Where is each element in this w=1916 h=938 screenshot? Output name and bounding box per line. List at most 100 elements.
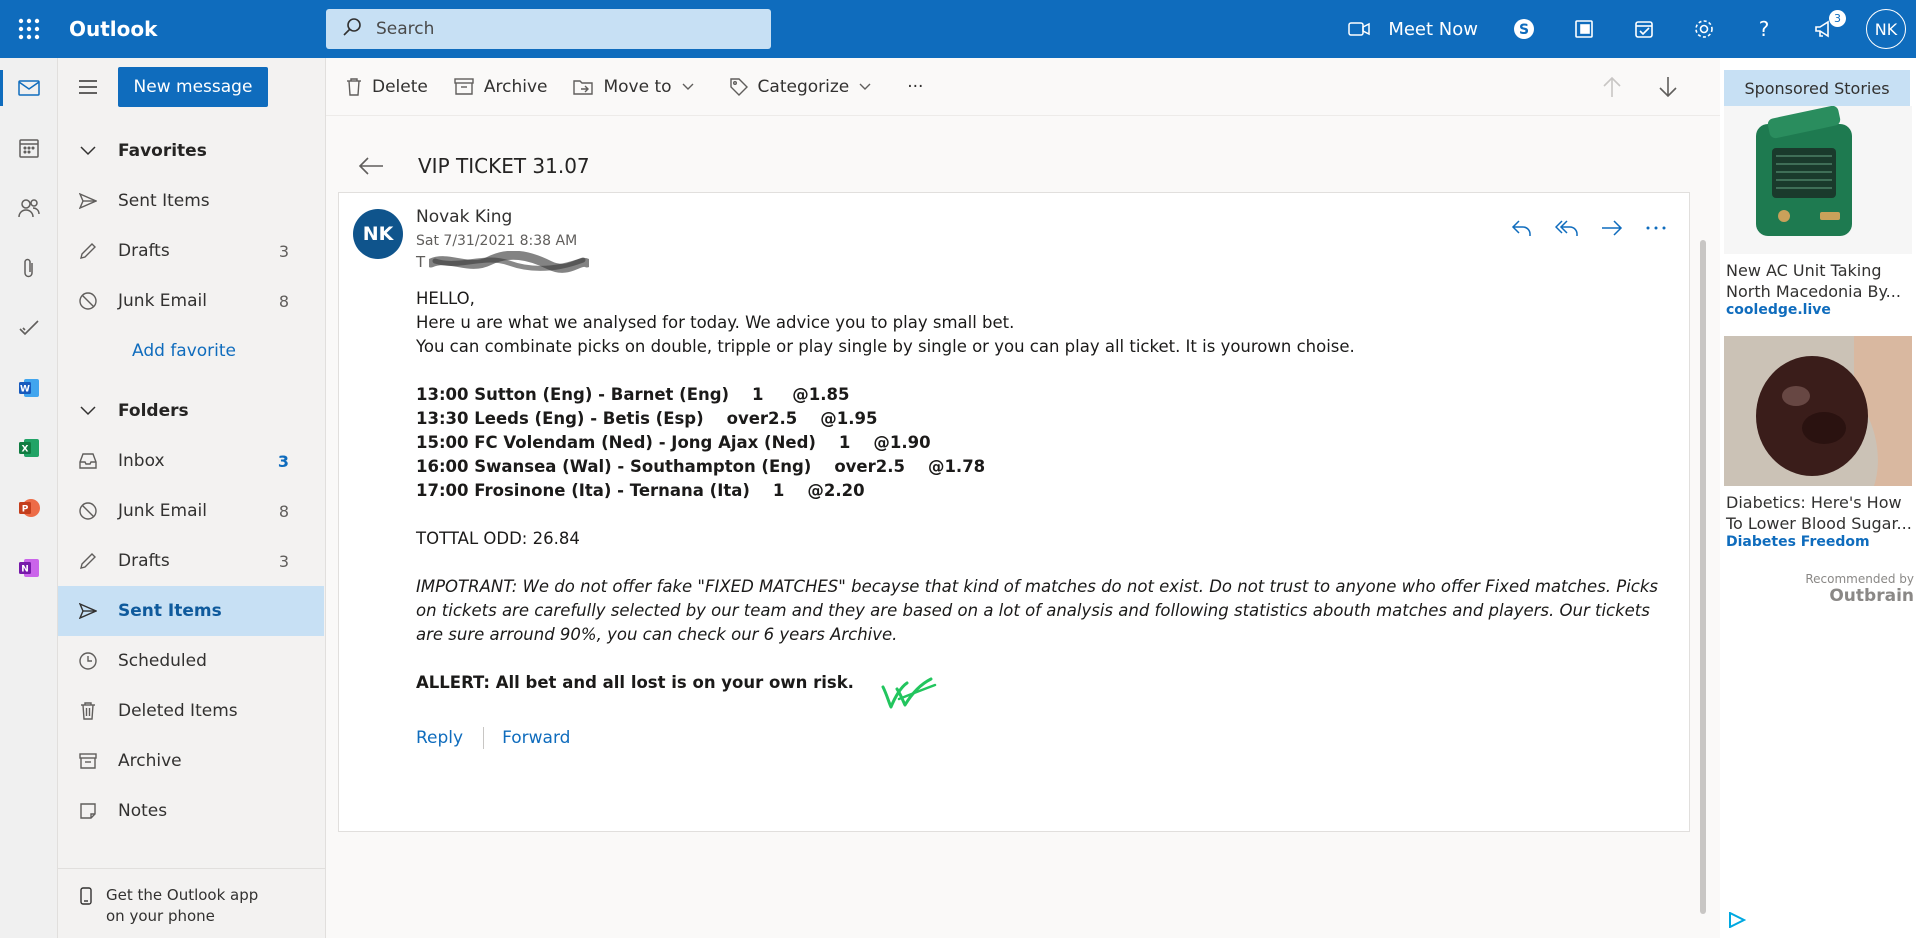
folder-notes[interactable]: Notes <box>58 786 325 836</box>
categorize-button[interactable]: Categorize <box>729 76 882 97</box>
folder-label: Inbox <box>118 451 165 471</box>
todo-icon[interactable] <box>0 298 58 358</box>
favorite-junk-email[interactable]: Junk Email 8 <box>58 276 325 326</box>
settings-icon[interactable] <box>1674 0 1734 58</box>
message-subject: VIP TICKET 31.07 <box>418 154 590 178</box>
folder-drafts[interactable]: Drafts 3 <box>58 536 325 586</box>
favorite-sent-items[interactable]: Sent Items <box>58 176 325 226</box>
more-options-icon[interactable] <box>1645 219 1667 237</box>
move-to-label: Move to <box>603 76 672 97</box>
folder-scheduled[interactable]: Scheduled <box>58 636 325 686</box>
skype-icon[interactable]: S <box>1494 0 1554 58</box>
calendar-icon[interactable] <box>0 118 58 178</box>
chevron-down-icon <box>58 406 118 416</box>
ad-pane: Sponsored Stories New AC Unit Taking Nor… <box>1720 58 1916 938</box>
people-icon[interactable] <box>0 178 58 238</box>
folder-label: Deleted Items <box>118 701 238 721</box>
message-card: NK Novak King Sat 7/31/2021 8:38 AM T HE… <box>338 192 1690 832</box>
adchoices-icon[interactable] <box>1728 912 1746 928</box>
folder-junk-email[interactable]: Junk Email 8 <box>58 486 325 536</box>
recommended-by[interactable]: Recommended by Outbrain <box>1805 572 1914 606</box>
unread-count: 3 <box>278 241 289 261</box>
pick-line: 13:00 Sutton (Eng) - Barnet (Eng) 1 @1.8… <box>416 385 850 404</box>
office-icon[interactable] <box>1554 0 1614 58</box>
reply-icon[interactable] <box>1511 219 1533 237</box>
ad-source[interactable]: cooledge.live <box>1726 302 1916 318</box>
message-body: HELLO, Here u are what we analysed for t… <box>416 287 1666 695</box>
get-outlook-app-link[interactable]: Get the Outlook app on your phone <box>58 868 325 938</box>
svg-text:X: X <box>22 445 29 455</box>
delete-button[interactable]: Delete <box>346 77 428 97</box>
more-actions-button[interactable]: ··· <box>907 77 923 97</box>
folder-archive[interactable]: Archive <box>58 736 325 786</box>
my-day-icon[interactable] <box>1614 0 1674 58</box>
powerpoint-icon[interactable]: P <box>0 478 58 538</box>
meet-now-button[interactable]: Meet Now <box>1348 19 1478 40</box>
alert-line: ALLERT: All bet and all lost is on your … <box>416 673 854 692</box>
forward-link[interactable]: Forward <box>502 728 570 748</box>
message-actions <box>1511 219 1667 237</box>
ad-title[interactable]: Diabetics: Here's How To Lower Blood Sug… <box>1726 492 1912 534</box>
ad-image-fruit[interactable] <box>1724 336 1912 486</box>
folder-deleted-items[interactable]: Deleted Items <box>58 686 325 736</box>
redacted-recipient <box>429 251 589 273</box>
arrow-up-icon[interactable] <box>1602 76 1622 98</box>
folders-label: Folders <box>118 401 189 421</box>
app-title[interactable]: Outlook <box>58 17 326 41</box>
favorites-header[interactable]: Favorites <box>58 126 325 176</box>
phone-icon <box>80 887 92 905</box>
user-avatar[interactable]: NK <box>1866 9 1906 49</box>
archive-label: Archive <box>483 76 548 97</box>
disclaimer: IMPOTRANT: We do not offer fake "FIXED M… <box>416 577 1658 644</box>
scrollbar-thumb[interactable] <box>1700 240 1706 914</box>
sender-avatar[interactable]: NK <box>353 209 403 259</box>
archive-button[interactable]: Archive <box>454 76 548 97</box>
whats-new-icon[interactable]: 3 <box>1794 0 1854 58</box>
attachment-icon[interactable] <box>0 238 58 298</box>
reply-all-icon[interactable] <box>1555 219 1579 237</box>
folder-move-icon <box>573 79 594 95</box>
app-launcher-icon[interactable] <box>0 0 58 58</box>
inbox-icon <box>58 453 118 469</box>
recommended-by-label: Recommended by <box>1805 572 1914 586</box>
sender-name[interactable]: Novak King <box>416 207 512 227</box>
reading-pane: Delete Archive Move to Categorize ··· VI… <box>326 58 1720 938</box>
ad-image-ac-unit[interactable] <box>1724 106 1912 254</box>
favorites-label: Favorites <box>118 141 207 161</box>
ad-title[interactable]: New AC Unit Taking North Macedonia By... <box>1726 260 1912 302</box>
folder-label: Drafts <box>118 551 170 571</box>
add-favorite-link[interactable]: Add favorite <box>58 326 325 376</box>
archive-icon <box>58 753 118 769</box>
back-arrow-icon[interactable] <box>326 156 396 176</box>
forward-icon[interactable] <box>1601 219 1623 237</box>
arrow-down-icon[interactable] <box>1658 76 1678 98</box>
send-icon <box>58 193 118 209</box>
clock-icon <box>58 652 118 670</box>
pick-line: 17:00 Frosinone (Ita) - Ternana (Ita) 1 … <box>416 481 865 500</box>
divider <box>483 727 485 749</box>
app-rail: W X P N <box>0 58 58 938</box>
favorite-drafts[interactable]: Drafts 3 <box>58 226 325 276</box>
folder-inbox[interactable]: Inbox 3 <box>58 436 325 486</box>
mail-icon[interactable] <box>0 58 58 118</box>
reply-link[interactable]: Reply <box>416 728 463 748</box>
excel-icon[interactable]: X <box>0 418 58 478</box>
chevron-down-icon <box>682 83 694 90</box>
command-bar: Delete Archive Move to Categorize ··· <box>326 58 1720 116</box>
ad-source[interactable]: Diabetes Freedom <box>1726 534 1916 550</box>
move-to-button[interactable]: Move to <box>573 77 703 97</box>
categorize-label: Categorize <box>757 76 850 97</box>
folder-sent-items[interactable]: Sent Items <box>58 586 324 636</box>
onenote-icon[interactable]: N <box>0 538 58 598</box>
folder-label: Archive <box>118 751 182 771</box>
search-box[interactable]: Search <box>326 9 771 49</box>
word-icon[interactable]: W <box>0 358 58 418</box>
get-app-line2: on your phone <box>106 907 215 925</box>
folders-header[interactable]: Folders <box>58 386 325 436</box>
menu-icon[interactable] <box>58 80 118 94</box>
help-icon[interactable]: ? <box>1734 0 1794 58</box>
archive-icon <box>454 78 474 95</box>
new-message-button[interactable]: New message <box>118 67 268 107</box>
reading-pane-scrollbar[interactable] <box>1699 202 1707 922</box>
sponsored-header: Sponsored Stories <box>1724 70 1910 106</box>
